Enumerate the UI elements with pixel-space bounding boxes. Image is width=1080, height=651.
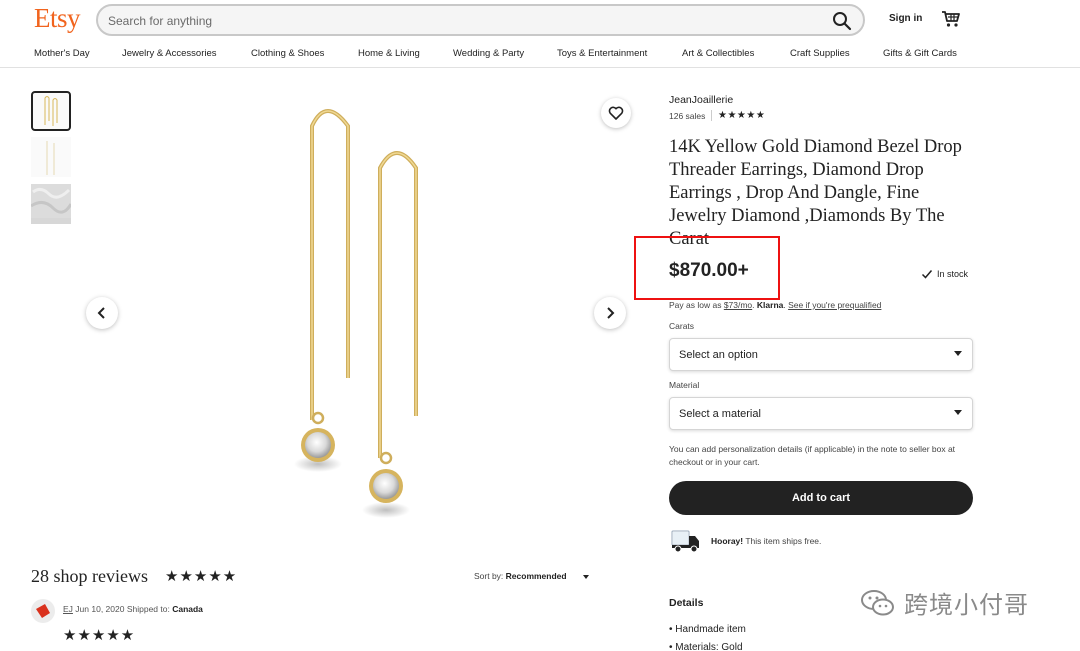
details-title: Details bbox=[669, 597, 704, 609]
review-meta: EJ Jun 10, 2020 Shipped to: Canada bbox=[63, 604, 203, 614]
review-stars: ★★★★★ bbox=[63, 627, 136, 644]
category-nav: Mother's Day Jewelry & Accessories Cloth… bbox=[0, 44, 1080, 68]
product-title: 14K Yellow Gold Diamond Bezel Drop Threa… bbox=[669, 137, 962, 246]
thumbnail-3[interactable] bbox=[30, 184, 73, 224]
chevron-left-icon bbox=[97, 307, 105, 319]
site-header: Etsy Sign in bbox=[0, 0, 1080, 40]
reviewer-avatar-image bbox=[36, 604, 50, 618]
personalization-note: You can add personalization details (if … bbox=[669, 444, 956, 467]
watermark-text: 跨境小付哥 bbox=[904, 592, 1029, 619]
details-list-item: • Materials: Gold bbox=[669, 642, 743, 651]
nav-item-gifts[interactable]: Gifts & Gift Cards bbox=[883, 48, 957, 59]
nav-item-craft[interactable]: Craft Supplies bbox=[790, 48, 850, 59]
sort-prefix: Sort by: bbox=[474, 571, 506, 581]
nav-item-mothers-day[interactable]: Mother's Day bbox=[34, 48, 90, 59]
review-date: Jun 10, 2020 bbox=[75, 604, 125, 614]
shop-rating-stars: ★★★★★ bbox=[718, 110, 766, 121]
add-to-cart-button[interactable]: Add to cart bbox=[669, 481, 973, 515]
ship-text: This item ships free. bbox=[743, 536, 822, 546]
klarna-financing: Pay as low as $73/mo. Klarna. See if you… bbox=[669, 300, 882, 310]
sales-count: 126 sales bbox=[669, 111, 706, 121]
ship-bold: Hooray! bbox=[711, 536, 744, 546]
klarna-brand: Klarna bbox=[756, 300, 784, 310]
main-product-image bbox=[80, 88, 640, 548]
nav-item-toys[interactable]: Toys & Entertainment bbox=[557, 48, 647, 59]
details-item-text: Handmade item bbox=[675, 624, 746, 635]
klarna-prefix: Pay as low as bbox=[669, 300, 724, 310]
search-icon bbox=[833, 12, 852, 31]
earring-thumbnail-image bbox=[46, 141, 55, 175]
search-input[interactable] bbox=[108, 12, 808, 30]
carats-select[interactable]: Select an option bbox=[669, 338, 973, 371]
material-label: Material bbox=[669, 380, 700, 390]
chevron-right-icon bbox=[607, 307, 615, 319]
nav-item-clothing[interactable]: Clothing & Shoes bbox=[251, 48, 324, 59]
sign-in-link[interactable]: Sign in bbox=[889, 13, 922, 24]
nav-item-art[interactable]: Art & Collectibles bbox=[682, 48, 754, 59]
reviewer-name[interactable]: EJ bbox=[63, 604, 73, 614]
earrings-image bbox=[294, 109, 418, 518]
details-list-item: • Handmade item bbox=[669, 624, 746, 635]
sort-value: Recommended bbox=[505, 571, 567, 581]
shipped-to: Canada bbox=[172, 604, 203, 614]
in-stock-label: In stock bbox=[937, 269, 969, 279]
check-icon bbox=[921, 270, 933, 279]
wechat-icon bbox=[861, 589, 894, 615]
etsy-logo[interactable]: Etsy bbox=[34, 3, 81, 34]
avatar bbox=[31, 599, 55, 623]
earring-thumbnail-image bbox=[44, 96, 58, 126]
carats-label: Carats bbox=[669, 321, 695, 331]
nav-item-wedding[interactable]: Wedding & Party bbox=[453, 48, 524, 59]
caret-down-icon bbox=[954, 351, 962, 356]
thumbnail-1[interactable] bbox=[31, 91, 71, 131]
reviews-title: 28 shop reviews bbox=[31, 566, 148, 586]
heart-icon bbox=[608, 106, 624, 120]
thumbnail-2[interactable] bbox=[31, 137, 71, 177]
reviews-stars: ★★★★★ bbox=[165, 568, 238, 585]
search-bar bbox=[96, 4, 865, 36]
free-shipping-message: Hooray! This item ships free. bbox=[711, 536, 821, 546]
cart-button[interactable] bbox=[941, 9, 961, 29]
nav-item-home[interactable]: Home & Living bbox=[358, 48, 420, 59]
sort-reviews-dropdown[interactable]: Sort by: Recommended bbox=[474, 571, 567, 581]
details-item-text: Materials: Gold bbox=[675, 642, 743, 651]
shop-name-link[interactable]: JeanJoaillerie bbox=[669, 94, 733, 106]
search-button[interactable] bbox=[831, 10, 853, 32]
material-select-value: Select a material bbox=[679, 408, 761, 420]
caret-down-icon bbox=[954, 410, 962, 415]
klarna-amount-link[interactable]: $73/mo bbox=[724, 300, 752, 310]
material-select[interactable]: Select a material bbox=[669, 397, 973, 430]
previous-image-button[interactable] bbox=[86, 297, 118, 329]
favorite-button[interactable] bbox=[601, 98, 631, 128]
klarna-prequalify-link[interactable]: See if you're prequalified bbox=[788, 300, 881, 310]
caret-down-icon bbox=[583, 575, 589, 579]
watermark: 跨境小付哥 bbox=[860, 585, 1029, 620]
nav-item-jewelry[interactable]: Jewelry & Accessories bbox=[122, 48, 217, 59]
cart-icon bbox=[942, 11, 960, 27]
divider bbox=[711, 110, 712, 121]
carats-select-value: Select an option bbox=[679, 349, 758, 361]
shipped-prefix: Shipped to: bbox=[126, 604, 173, 614]
next-image-button[interactable] bbox=[594, 297, 626, 329]
in-stock-status: In stock bbox=[921, 268, 968, 280]
price-highlight-annotation bbox=[634, 236, 780, 300]
truck-icon bbox=[671, 528, 701, 554]
texture-thumbnail-image bbox=[30, 184, 73, 218]
